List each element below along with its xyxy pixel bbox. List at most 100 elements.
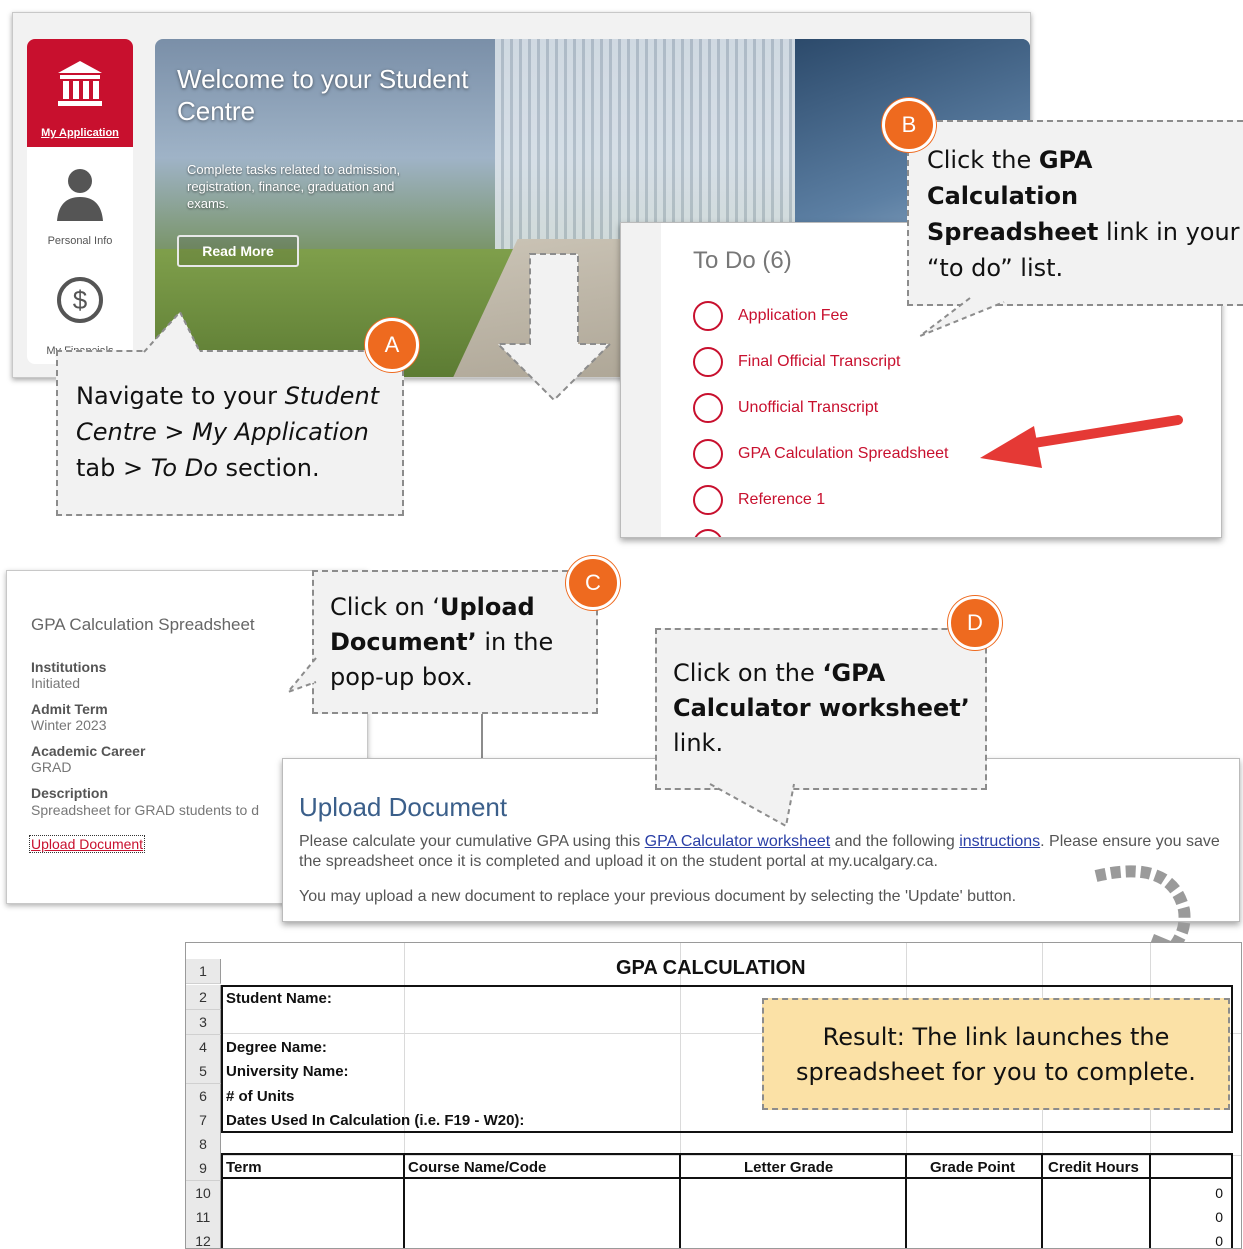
hero-description: Complete tasks related to admission, reg… [187, 162, 401, 211]
row-number: 9 [186, 1156, 221, 1181]
result-callout-text: Result: The link launches the spreadshee… [796, 1023, 1196, 1086]
callout-c: Click on ‘Upload Document’ in the pop-up… [312, 570, 598, 714]
row-number: 5 [186, 1059, 221, 1084]
spreadsheet-title: GPA CALCULATION [616, 957, 806, 979]
status-circle-icon [693, 393, 723, 423]
status-circle-icon [693, 301, 723, 331]
callout-c-text-1: Click on ‘ [330, 593, 440, 621]
row-number: 1 [186, 959, 221, 984]
field-label-academic-career: Academic Career [31, 743, 146, 759]
callout-a-text-1: Navigate to your [76, 382, 285, 410]
dollar-icon: $ [57, 277, 103, 323]
status-circle-icon [693, 485, 723, 515]
field-label-admit-term: Admit Term [31, 701, 108, 717]
student-name-label: Student Name: [226, 990, 332, 1007]
dates-label: Dates Used In Calculation (i.e. F19 - W2… [226, 1112, 525, 1129]
units-label: # of Units [226, 1088, 295, 1105]
col-divider [1149, 1153, 1151, 1248]
university-name-label: University Name: [226, 1063, 349, 1080]
header-credit-hours: Credit Hours [1048, 1159, 1139, 1176]
todo-side-stripe [621, 223, 661, 537]
row-number: 3 [186, 1010, 221, 1035]
red-pointer-arrow-icon [980, 415, 1183, 468]
row-number: 2 [186, 985, 221, 1010]
callout-a-text-em-1: Student [284, 382, 380, 410]
header-underline [221, 1177, 1231, 1179]
callout-d-text-2: link. [673, 729, 724, 757]
field-value-description: Spreadsheet for GRAD students to d [31, 802, 260, 818]
callout-a-text-em-3: To Do [150, 454, 218, 482]
student-centre-sidebar: My Application Personal Info $ My Financ… [27, 39, 133, 364]
upload-update-note: You may upload a new document to replace… [299, 888, 1017, 905]
field-label-description: Description [31, 785, 109, 801]
todo-item-label: GPA Calculation Spreadsheet [738, 445, 949, 462]
status-circle-icon [693, 439, 723, 469]
row-number: 10 [186, 1181, 221, 1206]
field-value-admit-term: Winter 2023 [31, 717, 107, 733]
todo-item-label: Final Official Transcript [738, 353, 901, 370]
hero-title: Welcome to your Student Centre [177, 64, 469, 126]
row-number: 7 [186, 1108, 221, 1133]
callout-a-text-3: tab > [76, 454, 151, 482]
status-circle-icon [693, 347, 723, 377]
row-number: 11 [186, 1205, 221, 1230]
todo-title: To Do (6) [693, 247, 792, 274]
status-circle-icon [693, 529, 723, 537]
row-number: 12 [186, 1229, 221, 1248]
header-grade-point: Grade Point [930, 1159, 1016, 1176]
todo-item-label: Reference 1 [738, 491, 826, 508]
callout-b-text: Click the GPA Calculation Spreadsheet li… [927, 142, 1243, 286]
callout-b-pointer [919, 297, 1005, 337]
gpa-detail-title: GPA Calculation Spreadsheet [31, 615, 255, 634]
callout-a: Navigate to your Student Centre > My App… [56, 350, 404, 516]
cell-zero: 0 [1215, 1209, 1223, 1225]
institution-icon [58, 61, 102, 106]
todo-item-label: Unofficial Transcript [738, 399, 879, 416]
header-term: Term [226, 1159, 262, 1176]
callout-a-text-4: section. [217, 454, 320, 482]
upload-instructions-text: Please calculate your cumulative GPA usi… [299, 832, 1229, 872]
step-badge-c: C [566, 556, 620, 610]
callout-d-pointer [709, 783, 795, 828]
todo-item-label: Application Fee [738, 307, 849, 324]
degree-name-label: Degree Name: [226, 1039, 327, 1056]
upload-dialog-title: Upload Document [299, 792, 508, 822]
result-callout: Result: The link launches the spreadshee… [762, 998, 1230, 1110]
col-divider [679, 1153, 681, 1248]
header-course-name-code: Course Name/Code [408, 1159, 547, 1176]
callout-d: Click on the ‘GPA Calculator worksheet’ … [655, 628, 987, 790]
svg-text:$: $ [73, 285, 88, 315]
upload-text-2: and the following [830, 833, 960, 850]
callout-c-pointer [284, 657, 317, 695]
callout-a-text-em-2: Centre > My Application [76, 418, 369, 446]
step-badge-a: A [365, 318, 419, 372]
gpa-calculator-worksheet-link[interactable]: GPA Calculator worksheet [645, 833, 831, 850]
callout-d-text-1: Click on the [673, 659, 823, 687]
person-icon [57, 169, 103, 221]
callout-a-text: Navigate to your Student Centre > My App… [76, 378, 379, 486]
connector-line [481, 710, 483, 758]
instructions-link[interactable]: instructions [959, 833, 1040, 850]
upload-text-1: Please calculate your cumulative GPA usi… [299, 833, 645, 850]
read-more-button[interactable]: Read More [177, 235, 299, 267]
sidebar-label-my-application: My Application [41, 127, 119, 139]
row-number: 8 [186, 1132, 221, 1157]
sidebar-tab-my-financials[interactable]: $ My Financials [27, 259, 133, 364]
callout-a-pointer [143, 310, 201, 353]
field-value-academic-career: GRAD [31, 759, 72, 775]
col-divider [1041, 1153, 1043, 1248]
down-arrow-icon [495, 253, 613, 402]
field-label-institutions: Institutions [31, 659, 107, 675]
header-letter-grade: Letter Grade [744, 1159, 834, 1176]
sidebar-tab-personal-info[interactable]: Personal Info [27, 151, 133, 256]
callout-d-text: Click on the ‘GPA Calculator worksheet’ … [673, 656, 981, 761]
upload-document-link[interactable]: Upload Document [29, 835, 146, 853]
step-badge-d: D [948, 596, 1002, 650]
row-number: 4 [186, 1035, 221, 1060]
row-number: 6 [186, 1084, 221, 1109]
callout-b-text-1: Click the [927, 146, 1039, 174]
sidebar-tab-my-application[interactable]: My Application [27, 39, 133, 147]
col-divider [905, 1153, 907, 1248]
cell-zero: 0 [1215, 1185, 1223, 1201]
step-badge-b: B [882, 98, 936, 152]
